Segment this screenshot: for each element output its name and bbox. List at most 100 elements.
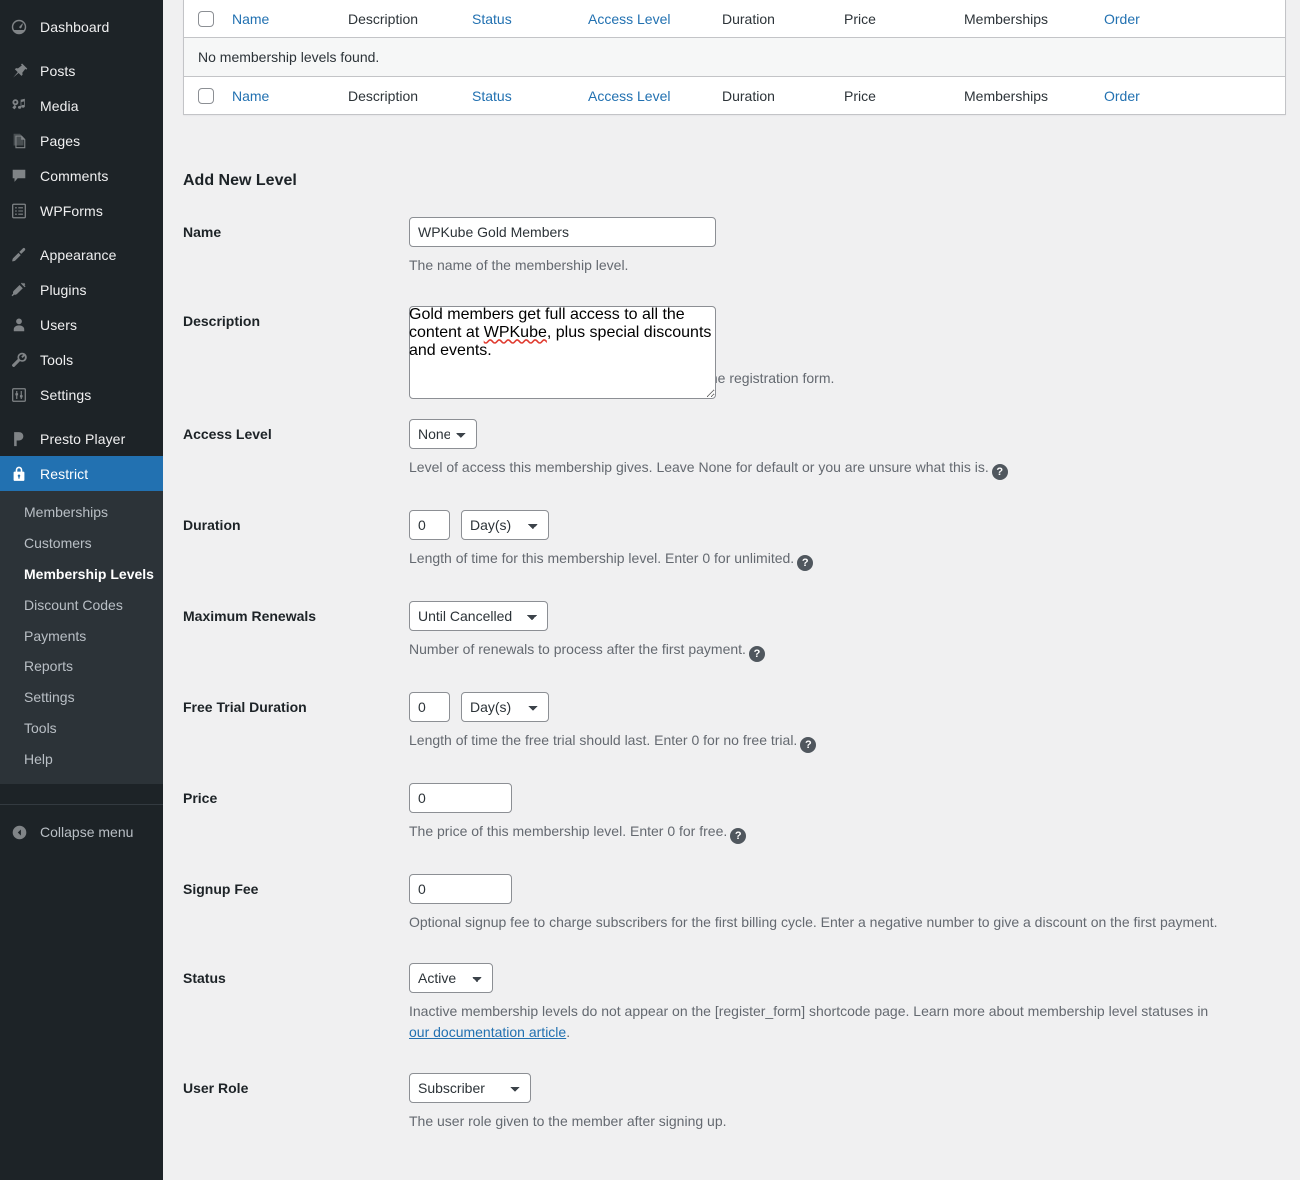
sidebar-item-tools[interactable]: Tools — [0, 342, 163, 377]
collapse-menu-section: Collapse menu — [0, 804, 163, 849]
submenu-item-membership-levels[interactable]: Membership Levels — [0, 559, 163, 590]
sidebar-item-presto-player[interactable]: Presto Player — [0, 421, 163, 456]
sidebar-item-label: Presto Player — [40, 430, 126, 447]
restrict-submenu: Memberships Customers Membership Levels … — [0, 491, 163, 785]
duration-input[interactable] — [409, 510, 450, 541]
column-header-order[interactable]: Order — [1094, 0, 1285, 38]
field-user-role: Subscriber The user role given to the me… — [409, 1058, 1300, 1147]
table-head: Name Description Status Access Level Dur… — [184, 0, 1285, 38]
user-role-select[interactable]: Subscriber — [409, 1073, 531, 1104]
description-textarea[interactable] — [409, 306, 716, 400]
sidebar-item-dashboard[interactable]: Dashboard — [0, 9, 163, 44]
label-free-trial-duration: Free Trial Duration — [183, 699, 307, 716]
column-header-duration: Duration — [712, 0, 834, 38]
column-footer-order[interactable]: Order — [1094, 76, 1285, 114]
column-footer-status[interactable]: Status — [462, 76, 578, 114]
comment-icon — [9, 166, 29, 186]
sidebar-item-label: Dashboard — [40, 18, 110, 35]
label-description: Description — [183, 313, 261, 330]
status-help-text: Inactive membership levels do not appear… — [409, 1001, 1227, 1043]
column-header-description: Description — [338, 0, 462, 38]
signup-fee-help-text: Optional signup fee to charge subscriber… — [409, 914, 1218, 931]
column-footer-duration: Duration — [712, 76, 834, 114]
column-header-status[interactable]: Status — [462, 0, 578, 38]
sidebar-item-wpforms[interactable]: WPForms — [0, 193, 163, 228]
sidebar-item-users[interactable]: Users — [0, 307, 163, 342]
column-footer-memberships: Memberships — [954, 76, 1094, 114]
label-price: Price — [183, 790, 218, 807]
free-trial-help-label: Length of time the free trial should las… — [409, 732, 798, 749]
free-trial-period-select[interactable]: Day(s) — [461, 692, 549, 723]
duration-period-select[interactable]: Day(s) — [461, 510, 549, 541]
select-all-checkbox-bottom[interactable] — [198, 88, 214, 105]
help-icon[interactable]: ? — [748, 646, 765, 663]
field-description: Gold members get full access to all the … — [409, 291, 1300, 404]
submenu-item-discount-codes[interactable]: Discount Codes — [0, 590, 163, 621]
collapse-menu-button[interactable]: Collapse menu — [0, 815, 163, 849]
submenu-item-payments[interactable]: Payments — [0, 621, 163, 652]
sidebar-item-label: WPForms — [40, 202, 103, 219]
access-level-help-text: Level of access this membership gives. L… — [409, 457, 1221, 481]
sidebar-item-media[interactable]: Media — [0, 88, 163, 123]
price-help-label: The price of this membership level. Ente… — [409, 823, 728, 840]
sidebar-item-comments[interactable]: Comments — [0, 158, 163, 193]
help-icon[interactable]: ? — [800, 737, 817, 754]
price-input[interactable] — [409, 783, 512, 814]
sidebar-item-appearance[interactable]: Appearance — [0, 237, 163, 272]
sidebar-item-label: Appearance — [40, 246, 117, 263]
status-help-after: . — [566, 1024, 571, 1041]
free-trial-help-text: Length of time the free trial should las… — [409, 730, 1221, 754]
sidebar-divider — [0, 228, 163, 237]
column-footer-price: Price — [834, 76, 954, 114]
name-help-text: The name of the membership level. — [409, 257, 629, 274]
sidebar-divider — [0, 412, 163, 421]
maximum-renewals-help-label: Number of renewals to process after the … — [409, 641, 746, 658]
field-status: Active Inactive membership levels do not… — [409, 948, 1300, 1058]
signup-fee-input[interactable] — [409, 874, 512, 905]
column-footer-access-level[interactable]: Access Level — [578, 76, 712, 114]
label-signup-fee: Signup Fee — [183, 881, 259, 898]
sidebar-item-restrict[interactable]: Restrict — [0, 456, 171, 491]
sidebar-item-settings[interactable]: Settings — [0, 377, 163, 412]
access-level-select[interactable]: None — [409, 419, 477, 450]
presto-icon — [9, 429, 29, 449]
form-row-status: Status Active Inactive membership levels… — [183, 948, 1300, 1058]
column-footer-description: Description — [338, 76, 462, 114]
table-body: No membership levels found. — [184, 38, 1285, 76]
field-access-level: None Level of access this membership giv… — [409, 404, 1300, 495]
submenu-item-memberships[interactable]: Memberships — [0, 497, 163, 528]
sidebar-item-pages[interactable]: Pages — [0, 123, 163, 158]
maximum-renewals-select[interactable]: Until Cancelled — [409, 601, 548, 632]
help-icon[interactable]: ? — [730, 828, 747, 845]
collapse-menu-label: Collapse menu — [40, 824, 134, 841]
field-name: The name of the membership level. — [409, 202, 1300, 291]
submenu-item-help[interactable]: Help — [0, 744, 163, 775]
documentation-link[interactable]: our documentation article — [409, 1024, 566, 1040]
column-footer-name[interactable]: Name — [222, 76, 338, 114]
dashboard-icon — [9, 17, 29, 37]
free-trial-controls: Day(s) — [409, 692, 1290, 723]
table-foot: Name Description Status Access Level Dur… — [184, 76, 1285, 114]
label-user-role: User Role — [183, 1080, 249, 1097]
help-icon[interactable]: ? — [991, 464, 1008, 481]
admin-page: Dashboard Posts Media Pages Comments WPF… — [0, 0, 1300, 1180]
user-role-help-text: The user role given to the member after … — [409, 1113, 727, 1130]
column-header-access-level[interactable]: Access Level — [578, 0, 712, 38]
help-icon[interactable]: ? — [797, 555, 814, 572]
submenu-item-reports[interactable]: Reports — [0, 651, 163, 682]
column-header-name[interactable]: Name — [222, 0, 338, 38]
name-input[interactable] — [409, 217, 716, 248]
sidebar-item-plugins[interactable]: Plugins — [0, 272, 163, 307]
sidebar-item-label: Pages — [40, 132, 81, 149]
sidebar-item-posts[interactable]: Posts — [0, 53, 163, 88]
wpforms-icon — [9, 201, 29, 221]
status-select[interactable]: Active — [409, 963, 493, 994]
select-all-checkbox-top[interactable] — [198, 11, 214, 28]
membership-levels-table: Name Description Status Access Level Dur… — [183, 0, 1286, 115]
label-access-level: Access Level — [183, 426, 272, 443]
submenu-item-settings[interactable]: Settings — [0, 682, 163, 713]
submenu-item-tools[interactable]: Tools — [0, 713, 163, 744]
submenu-item-customers[interactable]: Customers — [0, 528, 163, 559]
form-row-access-level: Access Level None Level of access this m… — [183, 404, 1300, 495]
free-trial-duration-input[interactable] — [409, 692, 450, 723]
